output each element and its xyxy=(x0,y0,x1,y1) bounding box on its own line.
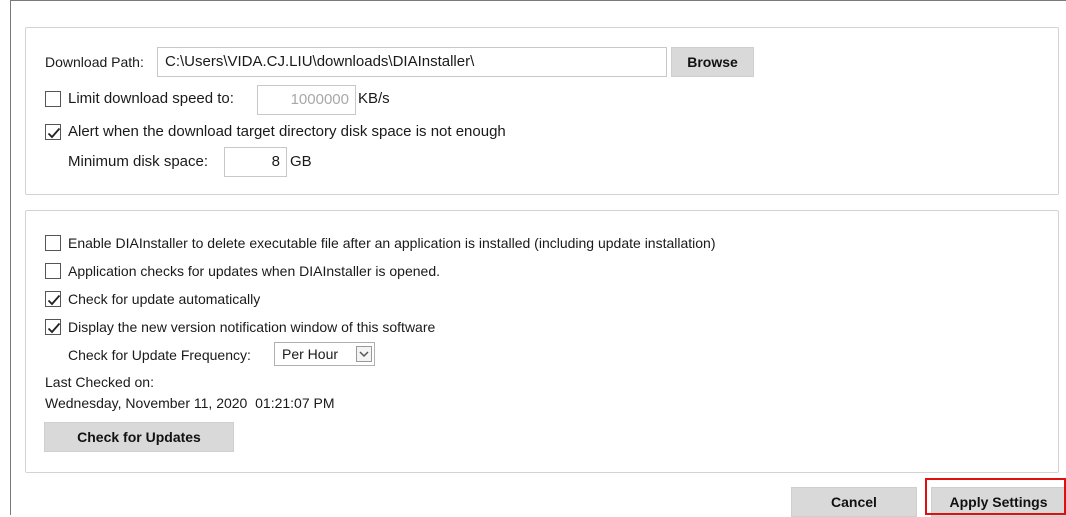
auto-check-checkbox[interactable] xyxy=(45,291,61,307)
apply-highlight-box xyxy=(925,478,1066,515)
delete-exe-checkbox[interactable] xyxy=(45,235,61,251)
download-path-label: Download Path: xyxy=(45,54,144,70)
last-checked-label: Last Checked on: xyxy=(45,374,154,390)
limit-speed-unit: KB/s xyxy=(358,90,390,107)
min-disk-label: Minimum disk space: xyxy=(68,153,209,170)
delete-exe-label: Enable DIAInstaller to delete executable… xyxy=(68,235,716,251)
check-on-open-label: Application checks for updates when DIAI… xyxy=(68,263,440,279)
last-checked-value: Wednesday, November 11, 2020 01:21:07 PM xyxy=(45,395,335,411)
chevron-down-icon[interactable] xyxy=(356,346,372,362)
checkmark-icon xyxy=(47,127,61,139)
download-path-input[interactable]: C:\Users\VIDA.CJ.LIU\downloads\DIAInstal… xyxy=(157,47,667,77)
notify-label: Display the new version notification win… xyxy=(68,319,436,335)
disk-alert-label: Alert when the download target directory… xyxy=(68,123,506,140)
cancel-button[interactable]: Cancel xyxy=(791,487,917,517)
check-for-updates-button[interactable]: Check for Updates xyxy=(44,422,234,452)
check-on-open-checkbox[interactable] xyxy=(45,263,61,279)
limit-speed-label: Limit download speed to: xyxy=(68,90,234,107)
auto-check-label: Check for update automatically xyxy=(68,291,261,307)
browse-button[interactable]: Browse xyxy=(671,47,754,77)
limit-speed-input[interactable]: 1000000 xyxy=(257,85,356,115)
limit-speed-checkbox[interactable] xyxy=(45,91,61,107)
disk-alert-checkbox[interactable] xyxy=(45,124,61,140)
notify-checkbox[interactable] xyxy=(45,319,61,335)
checkmark-icon xyxy=(47,322,61,334)
frequency-select[interactable]: Per Hour xyxy=(274,342,375,366)
min-disk-unit: GB xyxy=(290,153,312,170)
frequency-label: Check for Update Frequency: xyxy=(68,347,251,363)
frequency-select-value: Per Hour xyxy=(282,346,339,362)
min-disk-input[interactable]: 8 xyxy=(224,147,287,177)
checkmark-icon xyxy=(47,294,61,306)
